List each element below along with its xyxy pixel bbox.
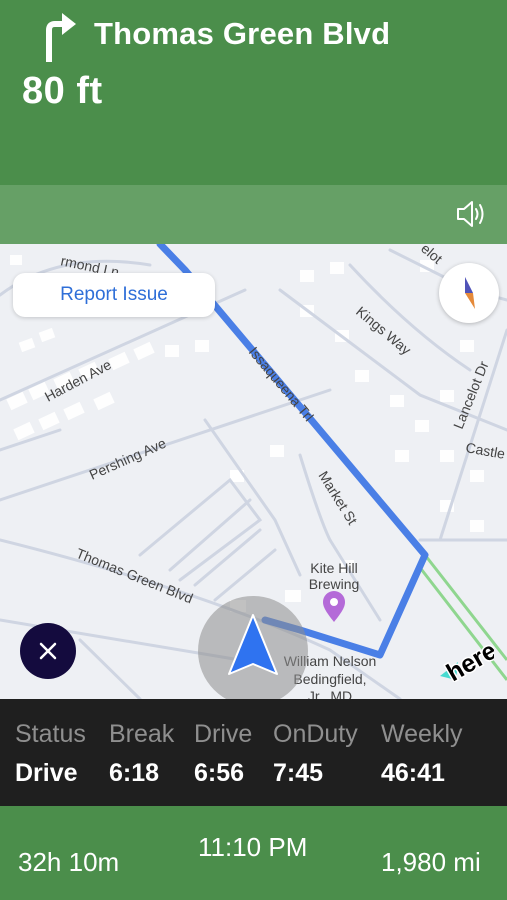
status-header: Status: [15, 720, 86, 748]
trip-eta: 11:10 PM: [198, 832, 308, 862]
maneuver-street-name: Thomas Green Blvd: [94, 16, 391, 51]
weekly-header: Weekly: [381, 720, 463, 748]
location-pin-icon[interactable]: [323, 591, 345, 622]
trip-remaining-distance: 1,980 mi: [381, 847, 481, 877]
onduty-value: 7:45: [273, 759, 324, 787]
poi-label-line1: Kite Hill: [310, 560, 357, 576]
turn-right-arrow-icon: [46, 13, 76, 62]
here-logo: here: [440, 635, 494, 682]
weekly-value: 46:41: [381, 759, 445, 787]
trip-elapsed-time: 32h 10m: [18, 847, 120, 877]
onduty-header: OnDuty: [273, 720, 358, 748]
break-value: 6:18: [109, 759, 160, 787]
street-label-thomas-green: Thomas Green Blvd: [74, 545, 195, 606]
poi2-label-line3: Jr., MD: [308, 688, 352, 699]
compass-button[interactable]: [439, 263, 499, 323]
report-issue-button[interactable]: Report Issue: [13, 273, 215, 317]
drive-value: 6:56: [194, 759, 245, 787]
speaker-icon[interactable]: [455, 198, 489, 230]
close-navigation-button[interactable]: [20, 623, 76, 679]
compass-icon: [465, 277, 475, 309]
street-label-issaqueena: Issaqueena Trl: [246, 344, 317, 425]
poi2-label-line2: Bedingfield,: [293, 671, 366, 687]
audio-bar: [0, 185, 507, 244]
poi-label-line2: Brewing: [309, 576, 360, 592]
close-icon: [39, 642, 57, 660]
street-label-castle: Castle: [464, 439, 506, 462]
break-header: Break: [109, 720, 175, 748]
maneuver-distance: 80 ft: [22, 70, 103, 112]
street-label-kings-way: Kings Way: [353, 303, 414, 358]
status-value: Drive: [15, 759, 78, 787]
hos-status-panel: Status Drive Break 6:18 Drive 6:56 OnDut…: [0, 699, 507, 806]
street-label-pershing: Pershing Ave: [87, 435, 169, 483]
maneuver-banner: Thomas Green Blvd 80 ft: [0, 0, 507, 185]
here-logo-text: here: [442, 636, 494, 682]
drive-header: Drive: [194, 720, 253, 748]
